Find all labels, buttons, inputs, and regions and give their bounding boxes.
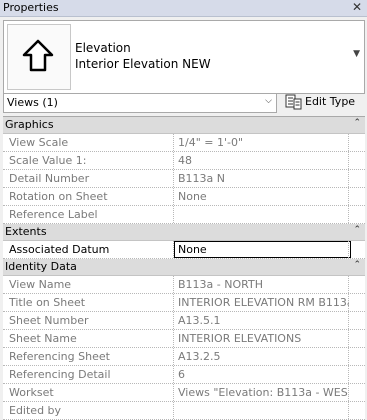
property-name: View Scale [9, 136, 69, 149]
properties-palette: Properties ✕ Elevation Interior Elevatio… [0, 0, 367, 420]
collapse-icon[interactable]: ⌃ [353, 225, 361, 235]
property-row[interactable]: View Name B113a - NORTH [3, 276, 365, 294]
type-selector[interactable]: Elevation Interior Elevation NEW ▼ [3, 20, 365, 94]
column-divider [348, 134, 349, 151]
property-row[interactable]: Sheet Name INTERIOR ELEVATIONS [3, 330, 365, 348]
property-row[interactable]: Associated Datum None [3, 241, 365, 259]
property-name: Edited by [9, 404, 62, 417]
property-name: Sheet Number [9, 314, 89, 327]
column-divider [348, 384, 349, 401]
column-divider [348, 241, 349, 258]
column-divider [173, 134, 174, 151]
chevron-down-icon[interactable]: ▼ [353, 49, 360, 59]
property-name: Detail Number [9, 172, 90, 185]
property-row[interactable]: Sheet Number A13.5.1 [3, 312, 365, 330]
edit-type-button[interactable]: Edit Type [283, 93, 363, 111]
property-name: Title on Sheet [9, 296, 86, 309]
section-header-graphics[interactable]: Graphics ⌃ [3, 117, 365, 134]
property-row[interactable]: Workset Views "Elevation: B113a - WES... [3, 384, 365, 402]
property-value[interactable]: None [178, 190, 349, 203]
property-value[interactable]: INTERIOR ELEVATION RM B113a [178, 296, 349, 309]
property-value[interactable]: A13.2.5 [178, 350, 349, 363]
property-row[interactable]: Referencing Sheet A13.2.5 [3, 348, 365, 366]
close-icon[interactable]: ✕ [352, 0, 362, 14]
property-value[interactable]: 1/4" = 1'-0" [178, 136, 349, 149]
property-value-field[interactable]: None [174, 241, 351, 258]
column-divider [348, 276, 349, 293]
collapse-icon[interactable]: ⌃ [353, 260, 361, 270]
property-row[interactable]: Title on Sheet INTERIOR ELEVATION RM B113… [3, 294, 365, 312]
properties-grid: Graphics ⌃ View Scale 1/4" = 1'-0" Scale Val… [3, 116, 365, 420]
property-row[interactable]: View Scale 1/4" = 1'-0" [3, 134, 365, 152]
column-divider [173, 170, 174, 187]
column-divider [348, 402, 349, 419]
property-name: Referencing Detail [9, 368, 111, 381]
column-divider [173, 384, 174, 401]
collapse-icon[interactable]: ⌃ [353, 118, 361, 128]
column-divider [173, 152, 174, 169]
property-value[interactable]: A13.5.1 [178, 314, 349, 327]
column-divider [173, 366, 174, 383]
palette-title: Properties [3, 1, 59, 14]
property-name: Workset [9, 386, 54, 399]
property-name: Scale Value 1: [9, 154, 87, 167]
column-divider [173, 294, 174, 311]
instance-filter-value: Views (1) [7, 96, 58, 109]
property-name: Associated Datum [9, 243, 110, 256]
property-row[interactable]: Edited by [3, 402, 365, 420]
column-divider [348, 206, 349, 223]
column-divider [348, 366, 349, 383]
section-title: Graphics [5, 118, 54, 131]
column-divider [348, 152, 349, 169]
palette-titlebar: Properties ✕ [0, 0, 367, 17]
column-divider [173, 188, 174, 205]
property-value[interactable]: 6 [178, 368, 349, 381]
column-divider [348, 294, 349, 311]
column-divider [348, 170, 349, 187]
property-name: Reference Label [9, 208, 98, 221]
instance-filter-bar: Views (1) ⌵ Edit Type [3, 93, 365, 113]
section-title: Identity Data [5, 260, 77, 273]
property-row[interactable]: Scale Value 1: 48 [3, 152, 365, 170]
section-header-identity-data[interactable]: Identity Data ⌃ [3, 259, 365, 276]
column-divider [348, 330, 349, 347]
edit-type-label: Edit Type [305, 95, 356, 108]
elevation-up-arrow-icon [7, 24, 71, 90]
column-divider [173, 312, 174, 329]
property-name: View Name [9, 278, 72, 291]
property-name: Rotation on Sheet [9, 190, 108, 203]
property-name: Sheet Name [9, 332, 77, 345]
column-divider [173, 276, 174, 293]
edit-type-icon [285, 94, 302, 113]
type-family-label: Elevation [75, 41, 131, 55]
property-row[interactable]: Rotation on Sheet None [3, 188, 365, 206]
property-name: Referencing Sheet [9, 350, 110, 363]
column-divider [173, 206, 174, 223]
property-row[interactable]: Detail Number B113a N [3, 170, 365, 188]
column-divider [348, 312, 349, 329]
type-name-label: Interior Elevation NEW [75, 57, 211, 71]
property-row[interactable]: Reference Label [3, 206, 365, 224]
property-value[interactable]: B113a N [178, 172, 349, 185]
instance-filter-dropdown[interactable]: Views (1) ⌵ [3, 93, 277, 113]
chevron-down-icon: ⌵ [265, 96, 272, 106]
property-value[interactable]: Views "Elevation: B113a - WES... [178, 386, 349, 399]
column-divider [348, 348, 349, 365]
column-divider [173, 348, 174, 365]
column-divider [173, 402, 174, 419]
property-row[interactable]: Referencing Detail 6 [3, 366, 365, 384]
property-value[interactable]: INTERIOR ELEVATIONS [178, 332, 349, 345]
section-header-extents[interactable]: Extents ⌃ [3, 224, 365, 241]
column-divider [173, 330, 174, 347]
column-divider [348, 188, 349, 205]
section-title: Extents [5, 225, 47, 238]
property-value[interactable]: B113a - NORTH [178, 278, 349, 291]
property-value: None [178, 243, 207, 256]
property-value[interactable]: 48 [178, 154, 349, 167]
